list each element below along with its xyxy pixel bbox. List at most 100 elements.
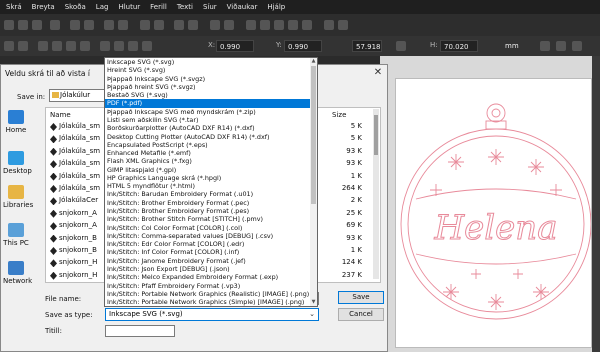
- folder-icon: [52, 92, 59, 98]
- menu-item[interactable]: Ferill: [150, 3, 167, 11]
- inkscape-file-icon: [50, 185, 57, 193]
- file-size: 69 K: [346, 221, 362, 230]
- scroll-down-icon[interactable]: ▼: [311, 299, 316, 305]
- flip-vertical-icon[interactable]: [80, 41, 90, 51]
- file-name: Jólakúla_sm: [59, 122, 101, 130]
- inkscape-file-icon: [50, 197, 57, 206]
- sidebar-item-this-pc[interactable]: This PC: [3, 223, 29, 247]
- file-type-option[interactable]: Ink/Stitch: Portable Network Graphics (S…: [105, 298, 311, 306]
- file-size: 93 K: [346, 159, 362, 168]
- scale-corners-icon[interactable]: [556, 41, 566, 51]
- desktop-icon: [8, 151, 24, 165]
- file-name: snjokorn_H: [59, 270, 98, 279]
- xml-editor-icon[interactable]: [288, 20, 298, 30]
- file-name: snjokorn_A: [59, 221, 97, 230]
- save-in-select[interactable]: Jólakúlur: [49, 89, 107, 102]
- file-size: 264 K: [341, 184, 362, 192]
- file-size: 124 K: [341, 258, 362, 267]
- file-name: Jólakúla_sm: [59, 184, 101, 192]
- file-size: 2 K: [350, 196, 362, 205]
- ungroup-icon[interactable]: [224, 20, 234, 30]
- column-header-name[interactable]: Name: [50, 111, 71, 119]
- unit-select[interactable]: mm: [502, 40, 526, 52]
- libraries-icon: [8, 185, 24, 199]
- inkscape-file-icon: [50, 172, 57, 181]
- lock-ratio-icon[interactable]: [396, 41, 406, 51]
- select-all-icon[interactable]: [4, 41, 14, 51]
- tool-controls-bar: X: 0.990 Y: 0.990 57.918 H: 70.020 mm: [0, 36, 600, 56]
- file-list-scroll-thumb[interactable]: [374, 115, 378, 155]
- duplicate-icon[interactable]: [174, 20, 184, 30]
- open-icon[interactable]: [18, 20, 28, 30]
- preferences-icon[interactable]: [324, 20, 334, 30]
- redo-icon[interactable]: [118, 20, 128, 30]
- menu-item[interactable]: Lag: [96, 3, 109, 11]
- layers-icon[interactable]: [274, 20, 284, 30]
- move-gradients-icon[interactable]: [572, 41, 582, 51]
- title-input[interactable]: [105, 325, 175, 337]
- rotate-cw-icon[interactable]: [52, 41, 62, 51]
- document-properties-icon[interactable]: [338, 20, 348, 30]
- zoom-drawing-icon[interactable]: [154, 20, 164, 30]
- menu-item[interactable]: Hlutur: [118, 3, 140, 11]
- sidebar-item-libraries[interactable]: Libraries: [3, 185, 34, 209]
- file-size: 5 K: [350, 122, 362, 130]
- file-name: snjokorn_B: [59, 233, 97, 242]
- menu-item[interactable]: Hjálp: [267, 3, 285, 11]
- height-field[interactable]: 70.020: [440, 40, 478, 52]
- file-size: 1 K: [350, 171, 362, 180]
- sidebar-item-label: Libraries: [3, 201, 34, 209]
- sidebar-item-label: Home: [5, 126, 27, 134]
- menu-item[interactable]: Skoða: [65, 3, 86, 11]
- close-icon[interactable]: ✕: [371, 67, 385, 78]
- sidebar-item-label: This PC: [3, 239, 29, 247]
- ornament-drawing[interactable]: Helena: [396, 79, 592, 347]
- sidebar-item-home[interactable]: Home: [3, 110, 29, 134]
- file-name: snjokorn_A: [59, 208, 97, 217]
- save-as-type-select[interactable]: Inkscape SVG (*.svg) ⌄: [105, 308, 319, 321]
- scroll-up-icon[interactable]: ▲: [311, 58, 316, 64]
- x-field[interactable]: 0.990: [216, 40, 254, 52]
- print-icon[interactable]: [50, 20, 60, 30]
- raise-icon[interactable]: [114, 41, 124, 51]
- scale-stroke-icon[interactable]: [540, 41, 550, 51]
- sidebar-item-label: Desktop: [3, 167, 32, 175]
- file-name: snjokorn_B: [59, 246, 97, 254]
- lower-to-bottom-icon[interactable]: [142, 41, 152, 51]
- menu-item[interactable]: Breyta: [32, 3, 55, 11]
- lower-icon[interactable]: [128, 41, 138, 51]
- cancel-button[interactable]: Cancel: [338, 308, 384, 321]
- menu-item[interactable]: Skrá: [6, 3, 22, 11]
- select-all-layers-icon[interactable]: [18, 41, 28, 51]
- sidebar-item-network[interactable]: Network: [3, 261, 32, 285]
- new-document-icon[interactable]: [4, 20, 14, 30]
- menu-item[interactable]: Texti: [177, 3, 193, 11]
- menu-item[interactable]: Síur: [203, 3, 217, 11]
- import-icon[interactable]: [70, 20, 80, 30]
- width-field[interactable]: 57.918: [352, 40, 382, 52]
- fill-stroke-icon[interactable]: [246, 20, 256, 30]
- save-icon[interactable]: [32, 20, 42, 30]
- dropdown-scroll-thumb[interactable]: [311, 66, 316, 204]
- undo-icon[interactable]: [104, 20, 114, 30]
- y-field[interactable]: 0.990: [284, 40, 322, 52]
- text-font-icon[interactable]: [260, 20, 270, 30]
- sidebar-item-desktop[interactable]: Desktop: [3, 151, 32, 175]
- file-type-dropdown-list[interactable]: Inkscape SVG (*.svg) Hreint SVG (*.svg) Þj…: [104, 57, 318, 307]
- column-header-size[interactable]: Size: [332, 111, 346, 119]
- rotate-ccw-icon[interactable]: [38, 41, 48, 51]
- file-name: Jólakúla_sm: [59, 134, 101, 143]
- file-name: snjokorn_H: [59, 258, 98, 267]
- align-icon[interactable]: [302, 20, 312, 30]
- inkscape-file-icon: [50, 222, 57, 231]
- inkscape-file-icon: [50, 147, 57, 156]
- export-icon[interactable]: [84, 20, 94, 30]
- document-page[interactable]: Helena: [395, 78, 592, 348]
- clone-icon[interactable]: [188, 20, 198, 30]
- raise-to-top-icon[interactable]: [100, 41, 110, 51]
- group-icon[interactable]: [210, 20, 220, 30]
- zoom-icon[interactable]: [140, 20, 150, 30]
- flip-horizontal-icon[interactable]: [66, 41, 76, 51]
- save-button[interactable]: Save: [338, 291, 384, 304]
- menu-item[interactable]: Viðaukar: [227, 3, 258, 11]
